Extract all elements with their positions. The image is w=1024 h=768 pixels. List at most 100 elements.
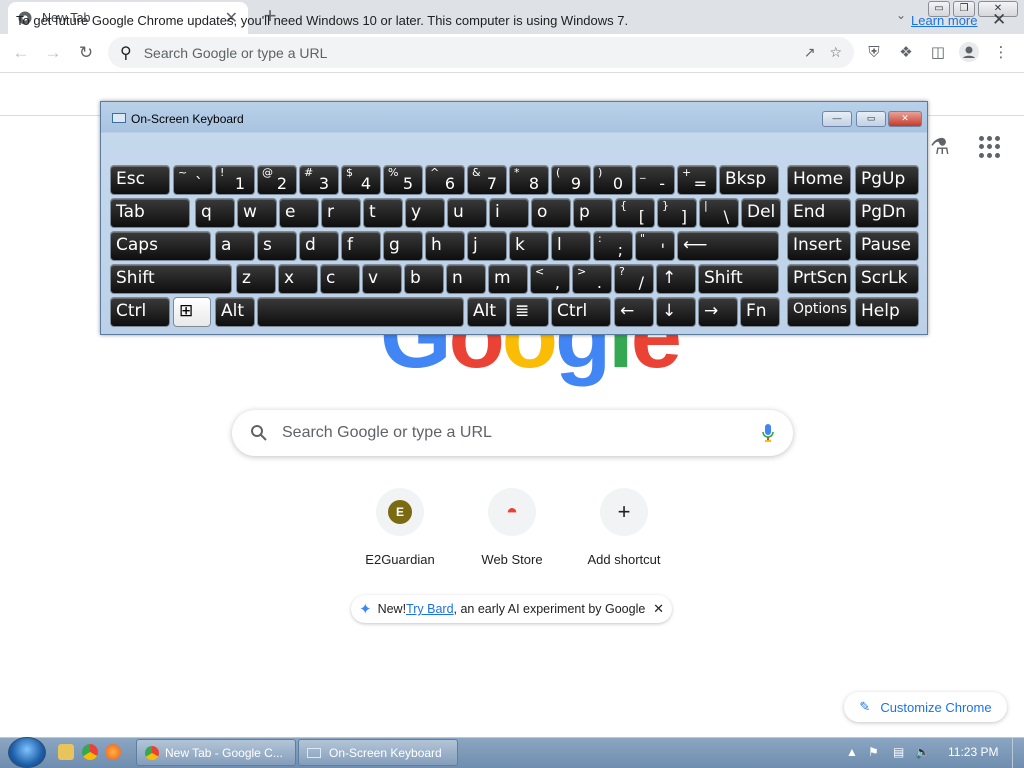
osk-key-bksp[interactable]: Bksp bbox=[719, 165, 779, 195]
osk-restore-button[interactable]: ▭ bbox=[856, 111, 886, 127]
osk-key-t[interactable]: t bbox=[363, 198, 403, 228]
osk-key-v[interactable]: v bbox=[362, 264, 402, 294]
osk-key-pgdn[interactable]: PgDn bbox=[855, 198, 919, 228]
learn-more-link[interactable]: Learn more bbox=[911, 13, 977, 28]
osk-key-[interactable]: ↑ bbox=[656, 264, 696, 294]
shield-extension-icon[interactable]: ⛨ bbox=[863, 42, 885, 64]
profile-avatar-icon[interactable] bbox=[958, 42, 980, 64]
osk-key-a[interactable]: a bbox=[215, 231, 255, 261]
osk-key-u[interactable]: u bbox=[447, 198, 487, 228]
osk-key-o[interactable]: o bbox=[531, 198, 571, 228]
osk-key-[interactable]: ↓ bbox=[656, 297, 696, 327]
osk-key-i[interactable]: i bbox=[489, 198, 529, 228]
show-hidden-icons-icon[interactable]: ▲ bbox=[846, 745, 858, 759]
osk-key-alt[interactable]: Alt bbox=[215, 297, 255, 327]
osk-key-tab[interactable]: Tab bbox=[110, 198, 190, 228]
osk-key-w[interactable]: w bbox=[237, 198, 277, 228]
osk-key-end[interactable]: End bbox=[787, 198, 851, 228]
osk-key-g[interactable]: g bbox=[383, 231, 423, 261]
tab-search-button[interactable]: ⌄ bbox=[896, 8, 906, 22]
osk-key-scrlk[interactable]: ScrLk bbox=[855, 264, 919, 294]
osk-key-key[interactable]: >. bbox=[572, 264, 612, 294]
osk-key-z[interactable]: z bbox=[236, 264, 276, 294]
osk-key-key[interactable]: {[ bbox=[615, 198, 655, 228]
osk-key-r[interactable]: r bbox=[321, 198, 361, 228]
osk-key-h[interactable]: h bbox=[425, 231, 465, 261]
on-screen-keyboard-window[interactable]: On-Screen Keyboard — ▭ ✕ Esc ~ `! 1 @2 #3 $4% 5… bbox=[100, 101, 928, 335]
osk-key-key7[interactable]: & 7 bbox=[467, 165, 507, 195]
osk-key-key8[interactable]: * 8 bbox=[509, 165, 549, 195]
osk-key-pause[interactable]: Pause bbox=[855, 231, 919, 261]
osk-key-j[interactable]: j bbox=[467, 231, 507, 261]
menu-kebab-icon[interactable]: ⋮ bbox=[990, 42, 1012, 64]
osk-key-f[interactable]: f bbox=[341, 231, 381, 261]
side-panel-icon[interactable]: ◫ bbox=[927, 42, 949, 64]
osk-key-p[interactable]: p bbox=[573, 198, 613, 228]
firefox-icon[interactable] bbox=[105, 744, 121, 760]
osk-key-fn[interactable]: Fn bbox=[740, 297, 780, 327]
osk-key-del[interactable]: Del bbox=[741, 198, 781, 228]
osk-key-key[interactable]: }] bbox=[657, 198, 697, 228]
taskbar-osk-task[interactable]: On-Screen Keyboard bbox=[298, 739, 458, 766]
osk-close-button[interactable]: ✕ bbox=[888, 111, 922, 127]
osk-key-key6[interactable]: ^ 6 bbox=[425, 165, 465, 195]
osk-key-m[interactable]: m bbox=[488, 264, 528, 294]
osk-key-alt[interactable]: Alt bbox=[467, 297, 507, 327]
network-icon[interactable]: ▤ bbox=[893, 745, 904, 759]
osk-key-l[interactable]: l bbox=[551, 231, 591, 261]
osk-key-shift[interactable]: Shift bbox=[698, 264, 779, 294]
osk-key-key4[interactable]: $4 bbox=[341, 165, 381, 195]
back-button[interactable]: ← bbox=[10, 42, 32, 64]
shortcut-e2guardian[interactable]: E E2Guardian bbox=[344, 488, 456, 567]
osk-key-key[interactable]: ~ ` bbox=[173, 165, 213, 195]
osk-key-key[interactable]: :; bbox=[593, 231, 633, 261]
forward-button[interactable]: → bbox=[42, 42, 64, 64]
osk-key-key[interactable]: | \ bbox=[699, 198, 739, 228]
extensions-puzzle-icon[interactable]: ❖ bbox=[895, 42, 917, 64]
osk-key-help[interactable]: Help bbox=[855, 297, 919, 327]
osk-key-c[interactable]: c bbox=[320, 264, 360, 294]
osk-key-home[interactable]: Home bbox=[787, 165, 851, 195]
add-shortcut-button[interactable]: + Add shortcut bbox=[568, 488, 680, 567]
action-center-flag-icon[interactable]: ⚑ bbox=[868, 745, 879, 759]
chrome-quicklaunch-icon[interactable] bbox=[82, 744, 98, 760]
osk-key-space[interactable] bbox=[257, 297, 464, 327]
osk-key-s[interactable]: s bbox=[257, 231, 297, 261]
osk-key-e[interactable]: e bbox=[279, 198, 319, 228]
bookmark-star-icon[interactable]: ☆ bbox=[829, 44, 842, 61]
explorer-icon[interactable] bbox=[58, 744, 74, 760]
osk-key-key3[interactable]: #3 bbox=[299, 165, 339, 195]
osk-key-key[interactable]: " ' bbox=[635, 231, 675, 261]
osk-key-[interactable]: ← bbox=[614, 297, 654, 327]
osk-key-pgup[interactable]: PgUp bbox=[855, 165, 919, 195]
osk-key-key[interactable]: _ - bbox=[635, 165, 675, 195]
osk-key-key0[interactable]: ) 0 bbox=[593, 165, 633, 195]
shortcut-web-store[interactable]: ◓ Web Store bbox=[456, 488, 568, 567]
show-desktop-button[interactable] bbox=[1012, 737, 1024, 768]
osk-key-shift[interactable]: Shift bbox=[110, 264, 232, 294]
osk-minimize-button[interactable]: — bbox=[822, 111, 852, 127]
osk-key-n[interactable]: n bbox=[446, 264, 486, 294]
osk-key-key2[interactable]: @2 bbox=[257, 165, 297, 195]
osk-key-[interactable]: → bbox=[698, 297, 738, 327]
osk-key-[interactable]: ⟵ bbox=[677, 231, 779, 261]
microphone-icon[interactable] bbox=[761, 423, 775, 443]
labs-flask-icon[interactable]: ⚗ bbox=[930, 134, 950, 160]
osk-key-key9[interactable]: (9 bbox=[551, 165, 591, 195]
osk-key-caps[interactable]: Caps bbox=[110, 231, 211, 261]
osk-key-prtscn[interactable]: PrtScn bbox=[787, 264, 851, 294]
osk-key-key1[interactable]: ! 1 bbox=[215, 165, 255, 195]
osk-key-options[interactable]: Options bbox=[787, 297, 851, 327]
osk-key-k[interactable]: k bbox=[509, 231, 549, 261]
osk-key-ctrl[interactable]: Ctrl bbox=[110, 297, 170, 327]
osk-key-d[interactable]: d bbox=[299, 231, 339, 261]
osk-key-insert[interactable]: Insert bbox=[787, 231, 851, 261]
infobar-close-button[interactable]: ✕ bbox=[992, 10, 1006, 30]
osk-key-key[interactable]: <, bbox=[530, 264, 570, 294]
osk-key-[interactable]: ≣ bbox=[509, 297, 549, 327]
address-bar[interactable]: ⚲ Search Google or type a URL ↗ ☆ bbox=[108, 37, 854, 68]
taskbar-clock[interactable]: 11:23 PM bbox=[948, 745, 998, 759]
share-icon[interactable]: ↗ bbox=[804, 44, 816, 61]
osk-key-q[interactable]: q bbox=[195, 198, 235, 228]
ntp-search-box[interactable]: Search Google or type a URL bbox=[232, 410, 793, 456]
